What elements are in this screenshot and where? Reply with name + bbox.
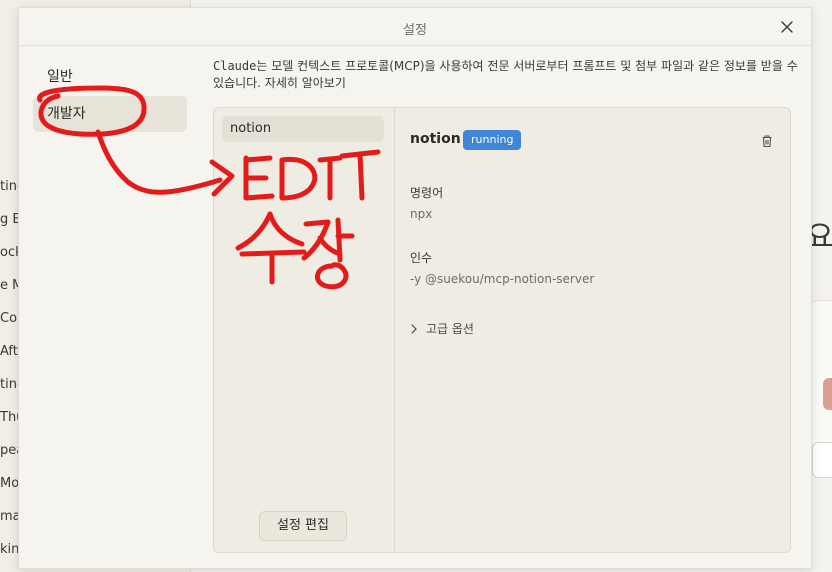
args-value: -y @suekou/mcp-notion-server bbox=[410, 272, 595, 286]
brand-name: Claude bbox=[213, 59, 257, 73]
args-label: 인수 bbox=[410, 251, 433, 265]
advanced-options-label: 고급 옵션 bbox=[426, 322, 474, 336]
nav-item-general[interactable]: 일반 bbox=[33, 59, 187, 95]
background-list-item: Aft bbox=[0, 344, 18, 359]
server-list-item-notion[interactable]: notion bbox=[222, 116, 384, 142]
dialog-title: 설정 bbox=[403, 23, 427, 38]
status-badge: running bbox=[463, 130, 522, 150]
chevron-right-icon bbox=[411, 323, 417, 334]
nav-item-developer[interactable]: 개발자 bbox=[33, 96, 187, 132]
background-input bbox=[812, 442, 832, 478]
close-button[interactable] bbox=[777, 17, 797, 37]
nav-item-label: 일반 bbox=[47, 69, 73, 85]
command-value: npx bbox=[410, 207, 433, 221]
close-icon bbox=[781, 21, 793, 33]
title-divider bbox=[19, 45, 811, 46]
nav-item-label: 개발자 bbox=[47, 106, 86, 122]
learn-more-link[interactable]: 자세히 알아보기 bbox=[265, 76, 346, 90]
advanced-options-toggle[interactable]: 고급 옵션 bbox=[410, 320, 474, 337]
background-send-button bbox=[823, 378, 832, 410]
background-list-item: Mo bbox=[0, 476, 20, 491]
server-list-item-label: notion bbox=[230, 121, 272, 136]
mcp-servers-panel: notion 설정 편집 notion running 명령어 npx 인수 -… bbox=[213, 107, 791, 553]
delete-server-button[interactable] bbox=[760, 133, 774, 148]
settings-dialog: 설정 일반 개발자 Claude는 모델 컨텍스트 프로토콜(MCP)을 사용하… bbox=[18, 7, 812, 569]
trash-icon bbox=[762, 135, 772, 148]
background-list-item: kin bbox=[0, 542, 20, 557]
server-name: notion bbox=[410, 131, 461, 147]
mcp-description: Claude는 모델 컨텍스트 프로토콜(MCP)을 사용하여 전문 서버로부터… bbox=[213, 58, 803, 92]
command-label: 명령어 bbox=[410, 186, 444, 200]
server-list: notion 설정 편집 bbox=[214, 108, 395, 552]
edit-config-button[interactable]: 설정 편집 bbox=[259, 511, 347, 541]
